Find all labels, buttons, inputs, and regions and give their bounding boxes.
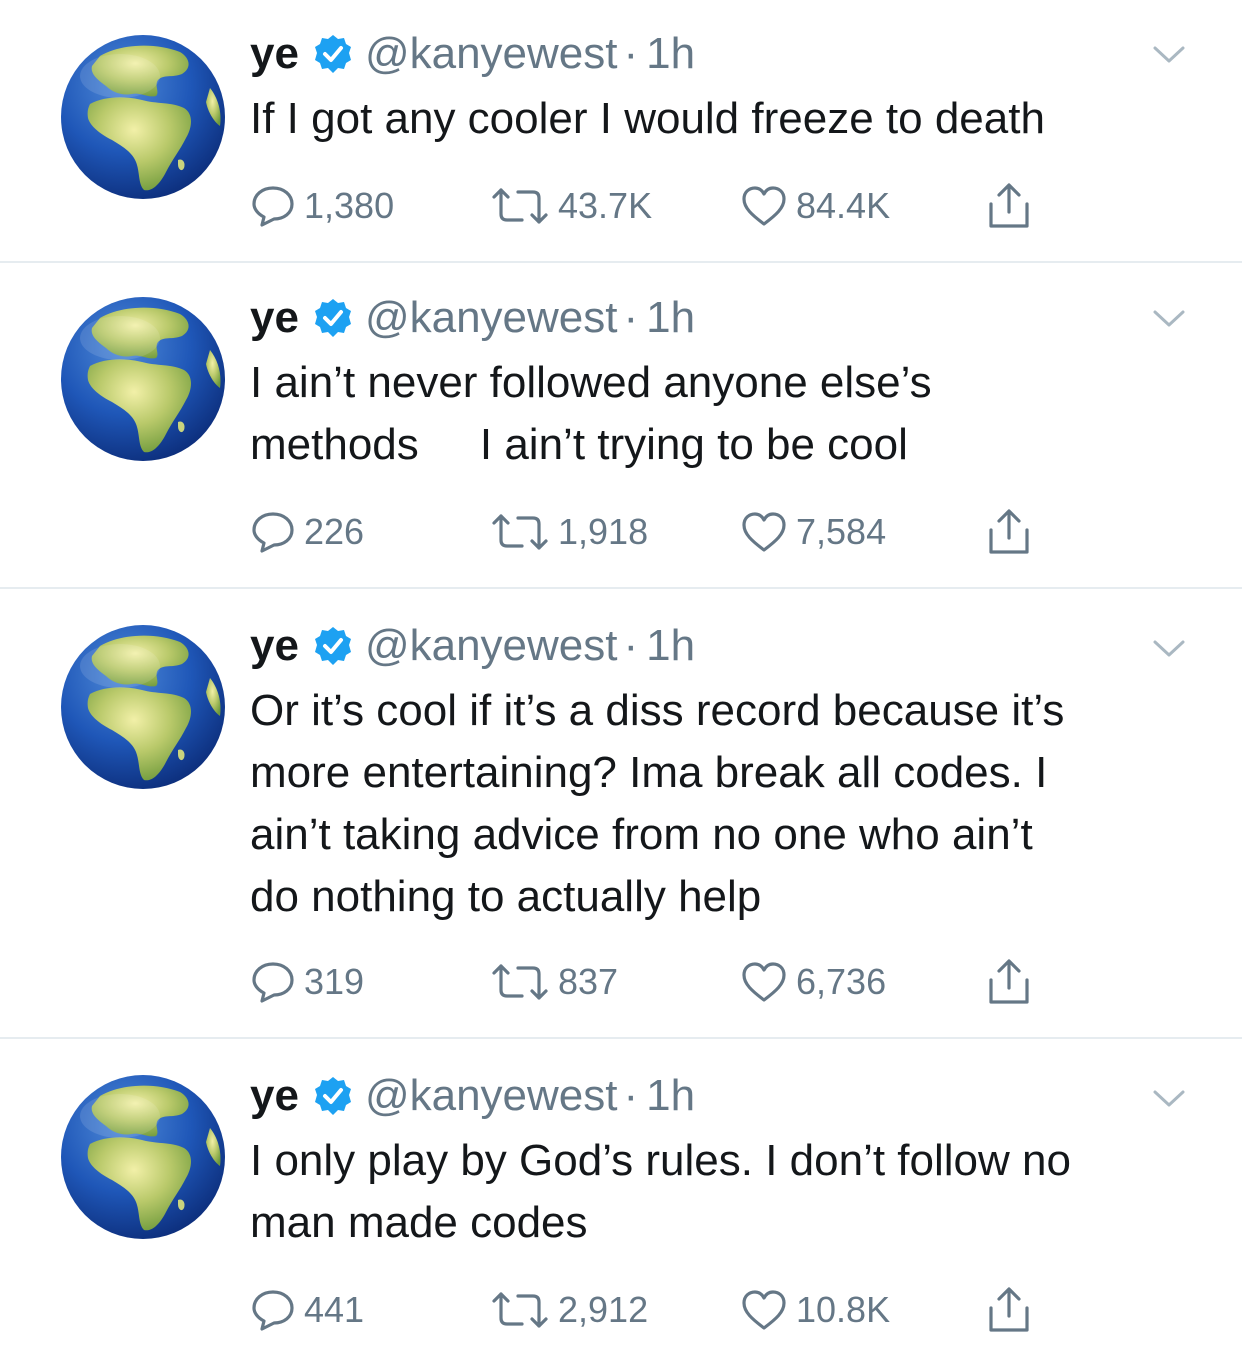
retweet-button[interactable]: 2,912 — [490, 1282, 648, 1338]
share-icon — [985, 1286, 1033, 1334]
reply-count: 441 — [304, 1289, 365, 1330]
retweet-count: 2,912 — [558, 1289, 649, 1330]
share-button[interactable] — [985, 504, 1041, 560]
retweet-count: 43.7K — [558, 185, 653, 226]
avatar[interactable] — [60, 624, 226, 790]
author-handle[interactable]: @kanyewest — [365, 1071, 618, 1121]
chevron-down-icon[interactable] — [1152, 1088, 1186, 1110]
globe-icon — [61, 297, 225, 461]
retweet-icon — [490, 512, 550, 552]
tweet-actions: 441 2,912 10.8K — [250, 1282, 1050, 1338]
like-count: 84.4K — [796, 185, 891, 226]
reply-button[interactable]: 441 — [250, 1282, 364, 1338]
share-button[interactable] — [985, 954, 1041, 1010]
globe-icon — [61, 1075, 225, 1239]
author-handle[interactable]: @kanyewest — [365, 293, 618, 343]
avatar[interactable] — [60, 1074, 226, 1240]
like-count: 10.8K — [796, 1289, 891, 1330]
reply-count: 1,380 — [304, 185, 395, 226]
verified-badge-icon — [313, 298, 353, 338]
timestamp[interactable]: 1h — [646, 621, 695, 671]
retweet-button[interactable]: 1,918 — [490, 504, 648, 560]
like-button[interactable]: 7,584 — [740, 504, 886, 560]
like-count: 6,736 — [796, 961, 887, 1002]
retweet-count: 837 — [558, 961, 619, 1002]
tweet-1[interactable]: ye @kanyewest · 1h If I got any cooler I… — [0, 0, 1242, 262]
tweet-header: ye @kanyewest · 1h — [250, 26, 695, 82]
avatar[interactable] — [60, 34, 226, 200]
author-name[interactable]: ye — [250, 293, 299, 343]
chevron-down-icon[interactable] — [1152, 44, 1186, 66]
reply-count: 319 — [304, 961, 365, 1002]
chevron-down-icon[interactable] — [1152, 308, 1186, 330]
separator-dot: · — [623, 621, 639, 670]
like-button[interactable]: 6,736 — [740, 954, 886, 1010]
verified-badge-icon — [313, 34, 353, 74]
author-name[interactable]: ye — [250, 29, 299, 79]
retweet-icon — [490, 1290, 550, 1330]
share-button[interactable] — [985, 178, 1041, 234]
tweet-header: ye @kanyewest · 1h — [250, 618, 695, 674]
tweet-actions: 1,380 43.7K 84.4K — [250, 178, 1050, 234]
separator-dot: · — [623, 293, 639, 342]
reply-count: 226 — [304, 511, 365, 552]
globe-icon — [61, 35, 225, 199]
like-count: 7,584 — [796, 511, 887, 552]
heart-icon — [740, 1288, 788, 1332]
tweet-actions: 226 1,918 7,584 — [250, 504, 1050, 560]
author-name[interactable]: ye — [250, 1071, 299, 1121]
reply-button[interactable]: 319 — [250, 954, 364, 1010]
verified-badge-icon — [313, 1076, 353, 1116]
share-icon — [985, 182, 1033, 230]
author-handle[interactable]: @kanyewest — [365, 29, 618, 79]
tweet-2[interactable]: ye @kanyewest · 1h I ain’t never followe… — [0, 262, 1242, 588]
like-button[interactable]: 10.8K — [740, 1282, 890, 1338]
tweet-actions: 319 837 6,736 — [250, 954, 1050, 1010]
tweet-header: ye @kanyewest · 1h — [250, 1068, 695, 1124]
heart-icon — [740, 184, 788, 228]
heart-icon — [740, 960, 788, 1004]
separator-dot: · — [623, 1071, 639, 1120]
verified-badge-icon — [313, 626, 353, 666]
reply-icon — [250, 184, 296, 228]
heart-icon — [740, 510, 788, 554]
tweet-text: Or it’s cool if it’s a diss record becau… — [250, 686, 1065, 921]
tweet-text: I only play by God’s rules. I don’t foll… — [250, 1136, 1071, 1247]
reply-icon — [250, 1288, 296, 1332]
timestamp[interactable]: 1h — [646, 293, 695, 343]
separator-dot: · — [623, 29, 639, 78]
globe-icon — [61, 625, 225, 789]
retweet-button[interactable]: 43.7K — [490, 178, 652, 234]
retweet-count: 1,918 — [558, 511, 649, 552]
retweet-icon — [490, 186, 550, 226]
tweet-3[interactable]: ye @kanyewest · 1h Or it’s cool if it’s … — [0, 588, 1242, 1038]
author-name[interactable]: ye — [250, 621, 299, 671]
share-button[interactable] — [985, 1282, 1041, 1338]
retweet-icon — [490, 962, 550, 1002]
avatar[interactable] — [60, 296, 226, 462]
author-handle[interactable]: @kanyewest — [365, 621, 618, 671]
reply-icon — [250, 510, 296, 554]
reply-button[interactable]: 1,380 — [250, 178, 394, 234]
timestamp[interactable]: 1h — [646, 29, 695, 79]
chevron-down-icon[interactable] — [1152, 638, 1186, 660]
tweet-header: ye @kanyewest · 1h — [250, 290, 695, 346]
like-button[interactable]: 84.4K — [740, 178, 890, 234]
tweet-text: If I got any cooler I would freeze to de… — [250, 94, 1045, 143]
reply-button[interactable]: 226 — [250, 504, 364, 560]
timestamp[interactable]: 1h — [646, 1071, 695, 1121]
reply-icon — [250, 960, 296, 1004]
tweet-4[interactable]: ye @kanyewest · 1h I only play by God’s … — [0, 1038, 1242, 1364]
tweet-text: I ain’t never followed anyone else’s met… — [250, 358, 932, 469]
share-icon — [985, 958, 1033, 1006]
retweet-button[interactable]: 837 — [490, 954, 618, 1010]
share-icon — [985, 508, 1033, 556]
